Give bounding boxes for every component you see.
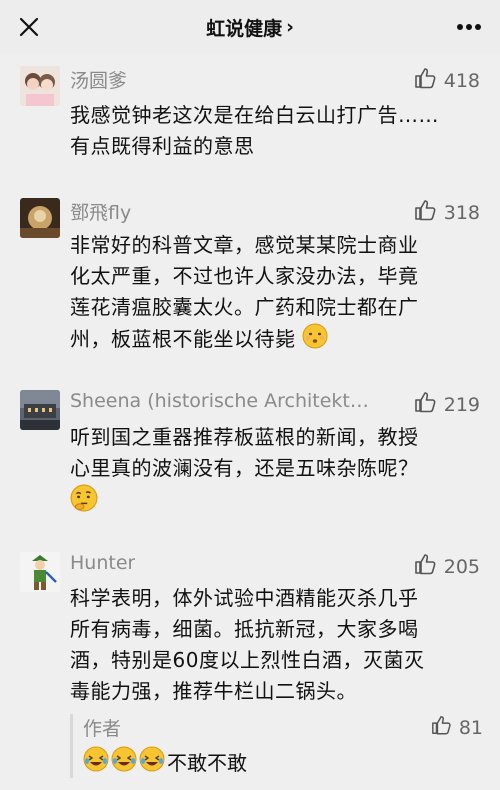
like-count: 205: [443, 555, 480, 578]
author-label: 作者: [83, 718, 122, 740]
thinking-emoji-icon: [70, 484, 98, 521]
commenter-name[interactable]: 鄧飛fly: [70, 198, 131, 225]
thumb-up-icon: [414, 390, 438, 419]
laughing-crying-emoji-icon: [83, 746, 109, 777]
commenter-name[interactable]: 汤圆爹: [70, 66, 127, 93]
more-icon[interactable]: [454, 14, 484, 40]
commenter-name[interactable]: Hunter: [70, 552, 135, 574]
like-count: 219: [443, 393, 480, 416]
close-icon[interactable]: [14, 12, 44, 42]
comment-line: 非常好的科普文章，感觉某某院士商业: [70, 233, 419, 257]
like-count: 418: [443, 69, 480, 92]
comment-line: 毒能力强，推荐牛栏山二锅头。: [70, 679, 357, 703]
comment-text: 科学表明，体外试验中酒精能灭杀几乎 所有病毒，细菌。抵抗新冠，大家多喝 酒，特别…: [70, 583, 478, 707]
laughing-crying-emoji-icon: [111, 746, 137, 777]
comment-item: Sheena (historische Architekt… 219 听到国之重…: [0, 388, 500, 538]
account-title-link[interactable]: 虹说健康 ›: [206, 14, 294, 41]
comment-line: 州，板蓝根不能坐以待毙: [70, 327, 296, 351]
laughing-crying-emoji-icon: [139, 746, 165, 777]
comment-line: 我感觉钟老这次是在给白云山打广告……: [70, 103, 439, 127]
comment-line: 科学表明，体外试验中酒精能灭杀几乎: [70, 586, 419, 610]
comment-item: 汤圆爹 418 我感觉钟老这次是在给白云山打广告…… 有点既得利益的意思: [0, 64, 500, 174]
comment-line: 莲花清瘟胶囊太火。广药和院士都在广: [70, 295, 419, 319]
thumb-up-icon: [431, 714, 453, 741]
avatar[interactable]: [20, 552, 60, 592]
thumb-up-icon: [414, 198, 438, 227]
top-bar: 虹说健康 ›: [0, 0, 500, 54]
author-reply: 作者 81 不敢不敢: [70, 714, 493, 778]
like-button[interactable]: 418: [414, 66, 480, 95]
author-reply-text: 不敢不敢: [83, 746, 247, 777]
comment-line: 酒，特别是60度以上烈性白酒，灭菌灭: [70, 648, 425, 672]
comment-line: 心里真的波澜没有，还是五味杂陈呢？: [70, 456, 419, 480]
comment-text: 非常好的科普文章，感觉某某院士商业 化太严重，不过也许人家没办法，毕竟 莲花清瘟…: [70, 230, 478, 358]
comment-line: 听到国之重器推荐板蓝根的新闻，教授: [70, 425, 419, 449]
like-button[interactable]: 219: [414, 390, 480, 419]
like-count: 81: [458, 716, 483, 739]
like-button[interactable]: 318: [414, 198, 480, 227]
comment-line: 所有病毒，细菌。抵抗新冠，大家多喝: [70, 617, 419, 641]
like-button[interactable]: 205: [414, 552, 480, 581]
avatar[interactable]: [20, 66, 60, 106]
avatar[interactable]: [20, 390, 60, 430]
like-button[interactable]: 81: [431, 714, 483, 741]
comment-text: 我感觉钟老这次是在给白云山打广告…… 有点既得利益的意思: [70, 100, 478, 162]
smirk-emoji-icon: [302, 323, 328, 358]
comment-item: 鄧飛fly 318 非常好的科普文章，感觉某某院士商业 化太严重，不过也许人家没…: [0, 196, 500, 366]
comment-line: 化太严重，不过也许人家没办法，毕竟: [70, 264, 419, 288]
like-count: 318: [443, 201, 480, 224]
thumb-up-icon: [414, 66, 438, 95]
avatar[interactable]: [20, 198, 60, 238]
thumb-up-icon: [414, 552, 438, 581]
comment-line-emoji: [70, 484, 478, 521]
comment-line-with-emoji: 州，板蓝根不能坐以待毙: [70, 323, 478, 358]
reply-text: 不敢不敢: [167, 751, 247, 775]
chevron-right-icon: ›: [286, 16, 294, 38]
commenter-name[interactable]: Sheena (historische Architekt…: [70, 390, 369, 412]
page-title: 虹说健康: [206, 17, 283, 40]
comment-text: 听到国之重器推荐板蓝根的新闻，教授 心里真的波澜没有，还是五味杂陈呢？: [70, 422, 478, 521]
comment-line: 有点既得利益的意思: [70, 134, 255, 158]
